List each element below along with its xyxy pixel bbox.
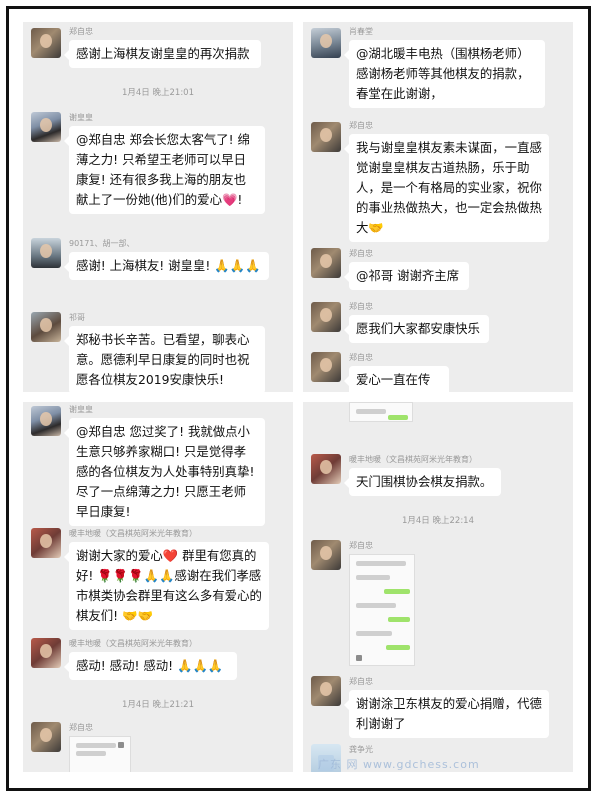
screenshot-thumbnail[interactable] [69,736,131,772]
avatar[interactable] [31,28,61,58]
message-bubble[interactable]: @郑自忠 郑会长您太客气了! 绵薄之力! 只希望王老师可以早日康复! 还有很多我… [64,126,265,214]
avatar[interactable] [311,302,341,332]
message-bubble[interactable]: 谢谢大家的爱心❤️ 群里有您真的好! 🌹🌹🌹🙏🙏感谢在我们孝感市棋类协会群里有这… [64,542,269,630]
chat-panel-3[interactable]: 谢皇皇 @郑自忠 您过奖了! 我就做点小生意只够养家糊口! 只是觉得孝感的各位棋… [23,402,293,772]
watermark-text: 广东 网 www.gdchess.com [318,758,480,771]
avatar[interactable] [311,540,341,570]
sender-name: 祁哥 [69,313,85,322]
sender-name: 郑自忠 [69,27,93,36]
message-bubble[interactable]: 感谢上海棋友谢皇皇的再次捐款 [64,40,261,68]
sender-name: 郑自忠 [69,723,93,732]
avatar[interactable] [311,28,341,58]
sender-name: 郑自忠 [349,541,373,550]
message-bubble[interactable]: 爱心一直在传递 [344,366,449,392]
message-bubble[interactable]: 天门围棋协会棋友捐款。 [344,468,501,496]
message-bubble[interactable]: 感谢! 上海棋友! 谢皇皇! 🙏🙏🙏 [64,252,269,280]
sender-name: 郑自忠 [349,353,373,362]
message-bubble[interactable]: 我与谢皇皇棋友素未谋面，一直感觉谢皇皇棋友古道热肠，乐于助人，是一个有格局的实业… [344,134,549,242]
timestamp: 1月4日 晚上22:14 [401,516,474,526]
timestamp: 1月4日 晚上21:21 [121,700,194,710]
avatar[interactable] [31,638,61,668]
avatar[interactable] [31,528,61,558]
avatar[interactable] [311,248,341,278]
chat-panel-2[interactable]: 肖春堂 @湖北暖丰电热（围棋杨老师）感谢杨老师等其他棋友的捐款，春堂在此谢谢， … [303,22,573,392]
avatar[interactable] [31,112,61,142]
timestamp: 1月4日 晚上21:01 [121,88,194,98]
message-bubble[interactable]: @湖北暖丰电热（围棋杨老师）感谢杨老师等其他棋友的捐款，春堂在此谢谢， [344,40,545,108]
avatar[interactable] [311,352,341,382]
sender-name: 龚争光 [349,745,373,754]
avatar[interactable] [31,406,61,436]
sender-name: 谢皇皇 [69,405,93,414]
sender-name: 郑自忠 [349,121,373,130]
sender-name: 暖丰地暖（文昌棋苑阿米光年教育） [349,455,477,464]
sender-name: 郑自忠 [349,249,373,258]
chat-panel-1[interactable]: 郑自忠 感谢上海棋友谢皇皇的再次捐款 1月4日 晚上21:01 谢皇皇 @郑自忠… [23,22,293,392]
sender-name: 郑自忠 [349,677,373,686]
message-bubble[interactable]: 感动! 感动! 感动! 🙏🙏🙏 [64,652,237,680]
message-bubble[interactable]: 郑秘书长辛苦。已看望，聊表心意。愿德利早日康复的同时也祝愿各位棋友2019安康快… [64,326,265,392]
message-bubble[interactable]: 谢谢涂卫东棋友的爱心捐赠，代德利谢谢了 [344,690,549,738]
avatar[interactable] [31,722,61,752]
screenshot-thumbnail[interactable] [349,554,415,666]
avatar[interactable] [311,676,341,706]
chat-panel-4[interactable]: 暖丰地暖（文昌棋苑阿米光年教育） 天门围棋协会棋友捐款。 1月4日 晚上22:1… [303,402,573,772]
message-bubble[interactable]: @郑自忠 您过奖了! 我就做点小生意只够养家糊口! 只是觉得孝感的各位棋友为人处… [64,418,265,526]
avatar[interactable] [311,454,341,484]
sender-name: 90171、胡一部、 [69,239,135,248]
sender-name: 肖春堂 [349,27,373,36]
screenshot-thumbnail[interactable] [349,402,413,422]
sender-name: 谢皇皇 [69,113,93,122]
avatar[interactable] [31,312,61,342]
avatar[interactable] [31,238,61,268]
sender-name: 暖丰地暖（文昌棋苑阿米光年教育） [69,529,197,538]
sender-name: 暖丰地暖（文昌棋苑阿米光年教育） [69,639,197,648]
sender-name: 郑自忠 [349,302,373,311]
avatar[interactable] [311,122,341,152]
message-bubble[interactable]: 愿我们大家都安康快乐 [344,315,489,343]
message-bubble[interactable]: @祁哥 谢谢齐主席 [344,262,469,290]
